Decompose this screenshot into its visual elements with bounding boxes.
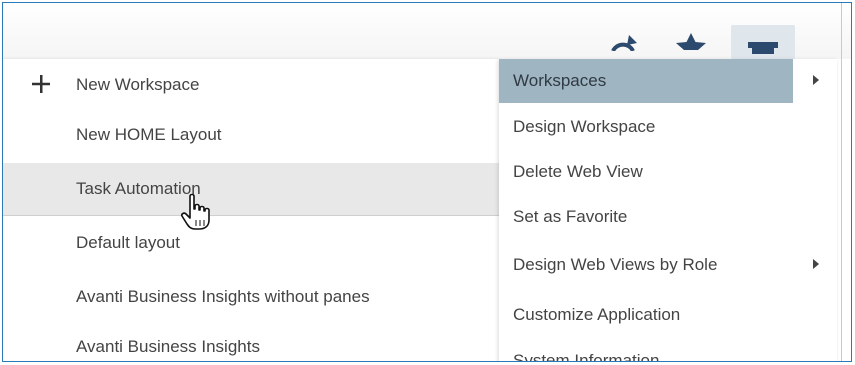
menu-item-label: New Workspace [76, 75, 200, 94]
settings-menu: Workspaces Design Workspace Delete Web V… [499, 59, 837, 362]
settings-gear-button[interactable] [731, 25, 795, 59]
menu-item-label: Avanti Business Insights [76, 337, 260, 356]
menu-item-label: Design Workspace [513, 117, 656, 136]
menu-item-label: Avanti Business Insights without panes [76, 287, 370, 306]
refresh-icon[interactable] [603, 11, 643, 51]
menu-item-new-workspace[interactable]: New Workspace [3, 59, 499, 111]
submenu-arrow-icon [813, 259, 819, 269]
plus-icon [30, 73, 52, 95]
workspace-menu: New Workspace New HOME Layout Task Autom… [3, 59, 499, 361]
menu-item-label: Default layout [76, 233, 180, 252]
menu-item-system-information[interactable]: System Information [499, 339, 837, 362]
menu-item-customize-application[interactable]: Customize Application [499, 293, 837, 337]
toolbar [3, 3, 851, 59]
menu-item-set-as-favorite[interactable]: Set as Favorite [499, 195, 837, 239]
menu-item-abi-without-panes[interactable]: Avanti Business Insights without panes [3, 271, 499, 323]
menu-item-label: Design Web Views by Role [513, 255, 718, 274]
menu-item-workspaces[interactable]: Workspaces [499, 59, 837, 103]
menu-item-design-web-views-by-role[interactable]: Design Web Views by Role [499, 243, 837, 287]
menu-item-label: Workspaces [513, 71, 607, 90]
menu-item-label: System Information [513, 351, 660, 362]
menu-item-delete-web-view[interactable]: Delete Web View [499, 150, 837, 194]
menu-item-label: New HOME Layout [76, 125, 222, 144]
menu-item-new-home-layout[interactable]: New HOME Layout [3, 109, 499, 161]
divider [841, 3, 842, 361]
menu-item-design-workspace[interactable]: Design Workspace [499, 105, 837, 149]
submenu-arrow-icon [813, 75, 819, 85]
hand-pointer-cursor-icon [179, 193, 213, 231]
gear-icon [748, 41, 778, 59]
menu-item-default-layout[interactable]: Default layout [3, 217, 499, 269]
menu-item-task-automation[interactable]: Task Automation [3, 163, 499, 216]
app-frame: New Workspace New HOME Layout Task Autom… [2, 2, 852, 362]
menu-item-label: Set as Favorite [513, 207, 628, 226]
menu-item-label: Delete Web View [513, 162, 643, 181]
star-icon[interactable] [671, 11, 711, 51]
menu-item-abi[interactable]: Avanti Business Insights [3, 321, 499, 361]
menu-item-label: Customize Application [513, 305, 681, 324]
